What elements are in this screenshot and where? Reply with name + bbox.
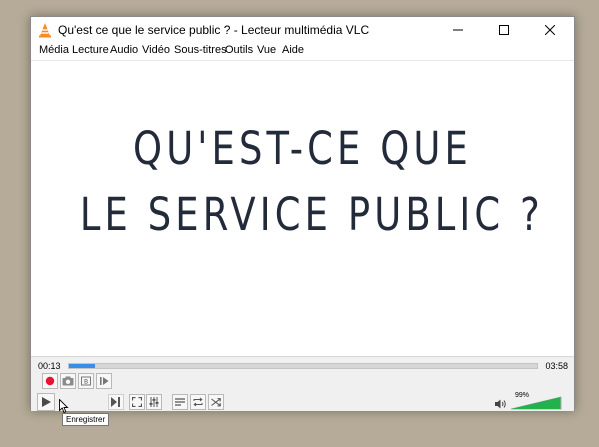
frame-step-button[interactable]: [96, 373, 112, 389]
minimize-icon: [453, 29, 463, 30]
close-icon: [545, 24, 555, 35]
frame-step-icon: [100, 377, 109, 385]
maximize-button[interactable]: [481, 17, 527, 42]
volume-slider[interactable]: [510, 396, 562, 410]
record-tooltip: Enregistrer: [62, 413, 110, 426]
extended-settings-button[interactable]: [146, 394, 162, 410]
elapsed-time: 00:13: [38, 361, 61, 371]
next-button[interactable]: [108, 394, 124, 410]
loop-ab-icon: B: [81, 376, 91, 386]
minimize-button[interactable]: [435, 17, 481, 42]
fullscreen-button[interactable]: [129, 394, 145, 410]
play-button[interactable]: [37, 393, 55, 411]
svg-text:B: B: [84, 379, 88, 386]
menu-audio[interactable]: Audio: [110, 44, 138, 56]
video-frame-text: QU'EST-CE QUE LE SERVICE PUBLIC ?: [79, 116, 544, 248]
loop-ab-button[interactable]: B: [78, 373, 94, 389]
seek-bar[interactable]: [68, 363, 538, 369]
menu-help[interactable]: Aide: [282, 44, 304, 56]
seek-progress: [69, 364, 95, 368]
playlist-icon: [175, 398, 185, 406]
play-icon: [42, 397, 51, 407]
menu-media[interactable]: Média: [39, 44, 69, 56]
shuffle-icon: [211, 397, 221, 407]
control-bar: 00:13 03:58 B Enregistrer 99%: [31, 356, 574, 426]
vlc-cone-icon: [39, 23, 51, 38]
vlc-window: Qu'est ce que le service public ? - Lect…: [30, 16, 575, 426]
mouse-cursor-icon: [59, 399, 69, 414]
window-title: Qu'est ce que le service public ? - Lect…: [58, 23, 370, 37]
playlist-button[interactable]: [172, 394, 188, 410]
video-text-line-1: QU'EST-CE QUE: [133, 122, 472, 175]
next-icon: [111, 397, 120, 407]
close-button[interactable]: [527, 17, 573, 42]
menu-bar: Média Lecture Audio Vidéo Sous-titres Ou…: [31, 42, 574, 61]
fullscreen-icon: [132, 397, 142, 407]
video-area[interactable]: QU'EST-CE QUE LE SERVICE PUBLIC ?: [31, 61, 574, 356]
extended-settings-icon: [149, 397, 159, 407]
snapshot-icon: [62, 376, 74, 386]
loop-button[interactable]: [190, 394, 206, 410]
menu-tools[interactable]: Outils: [225, 44, 253, 56]
title-bar[interactable]: Qu'est ce que le service public ? - Lect…: [31, 17, 574, 42]
menu-lecture[interactable]: Lecture: [72, 44, 109, 56]
menu-video[interactable]: Vidéo: [142, 44, 170, 56]
menu-view[interactable]: Vue: [257, 44, 276, 56]
record-button[interactable]: [42, 373, 58, 389]
loop-icon: [193, 397, 203, 407]
video-text-line-2: LE SERVICE PUBLIC ?: [79, 188, 544, 241]
total-time: 03:58: [545, 361, 568, 371]
menu-subtitles[interactable]: Sous-titres: [174, 44, 227, 56]
record-icon: [45, 376, 55, 386]
maximize-icon: [499, 24, 509, 35]
snapshot-button[interactable]: [60, 373, 76, 389]
shuffle-button[interactable]: [208, 394, 224, 410]
volume-icon[interactable]: [495, 399, 507, 409]
